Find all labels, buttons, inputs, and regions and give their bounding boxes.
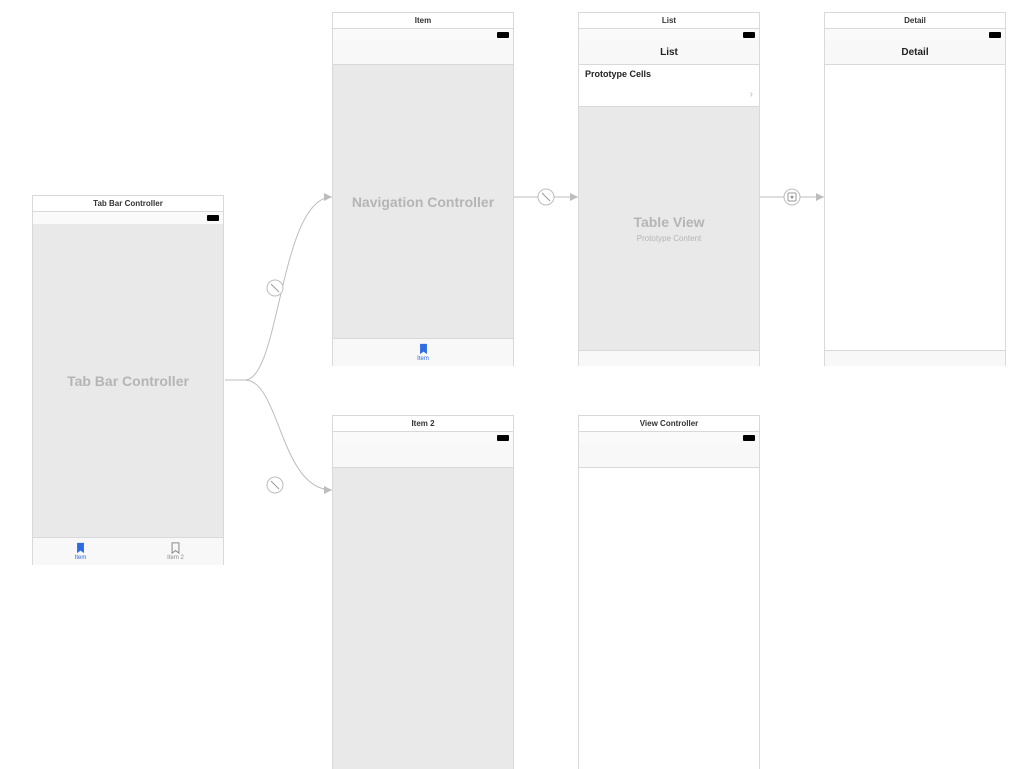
navigation-bar: Detail [825, 41, 1005, 65]
content-area [825, 65, 1005, 350]
toolbar-placeholder [825, 350, 1005, 366]
status-bar [825, 29, 1005, 41]
content-area: Navigation Controller [333, 65, 513, 338]
bookmark-icon [419, 343, 428, 355]
table-view-placeholder: Table View Prototype Content [579, 107, 759, 350]
scene-list[interactable]: List List Prototype Cells › Table View P… [578, 12, 760, 366]
scene-title: Tab Bar Controller [33, 196, 223, 212]
tab-label: Item [417, 356, 429, 362]
content-area [333, 468, 513, 769]
controller-placeholder: Tab Bar Controller [67, 373, 189, 389]
scene-view-controller[interactable]: View Controller [578, 415, 760, 769]
disclosure-chevron-icon: › [750, 89, 753, 100]
battery-icon [743, 32, 755, 38]
navigation-bar: List [579, 41, 759, 65]
status-bar [333, 29, 513, 41]
toolbar-placeholder [579, 350, 759, 366]
prototype-cells-header: Prototype Cells [579, 65, 759, 83]
bookmark-icon [171, 542, 180, 554]
tab-item[interactable]: Item [33, 538, 128, 565]
battery-icon [743, 435, 755, 441]
content-area: Tab Bar Controller [33, 224, 223, 537]
controller-placeholder: Navigation Controller [352, 194, 494, 210]
tab-item[interactable]: Item [393, 339, 453, 366]
table-view-title: Table View [633, 214, 704, 230]
scene-tab-bar-controller[interactable]: Tab Bar Controller Tab Bar Controller It… [32, 195, 224, 565]
navigation-bar [333, 444, 513, 468]
bookmark-icon [76, 542, 85, 554]
status-bar [579, 432, 759, 444]
scene-title: Detail [825, 13, 1005, 29]
content-area [579, 468, 759, 769]
navigation-bar [579, 444, 759, 468]
status-bar [333, 432, 513, 444]
status-bar [33, 212, 223, 224]
battery-icon [497, 32, 509, 38]
prototype-cell[interactable]: › [579, 83, 759, 107]
scene-item-2[interactable]: Item 2 [332, 415, 514, 769]
navigation-bar [333, 41, 513, 65]
scene-item[interactable]: Item Navigation Controller Item [332, 12, 514, 366]
scene-title: View Controller [579, 416, 759, 432]
tab-label: Item [75, 555, 87, 561]
tab-label: Item 2 [167, 555, 184, 561]
scene-title: List [579, 13, 759, 29]
tab-item-2[interactable]: Item 2 [128, 538, 223, 565]
tab-bar: Item [333, 338, 513, 366]
scene-title: Item [333, 13, 513, 29]
tab-bar: Item Item 2 [33, 537, 223, 565]
status-bar [579, 29, 759, 41]
battery-icon [207, 215, 219, 221]
table-view-subtitle: Prototype Content [637, 234, 701, 243]
battery-icon [989, 32, 1001, 38]
battery-icon [497, 435, 509, 441]
scene-detail[interactable]: Detail Detail [824, 12, 1006, 366]
scene-title: Item 2 [333, 416, 513, 432]
